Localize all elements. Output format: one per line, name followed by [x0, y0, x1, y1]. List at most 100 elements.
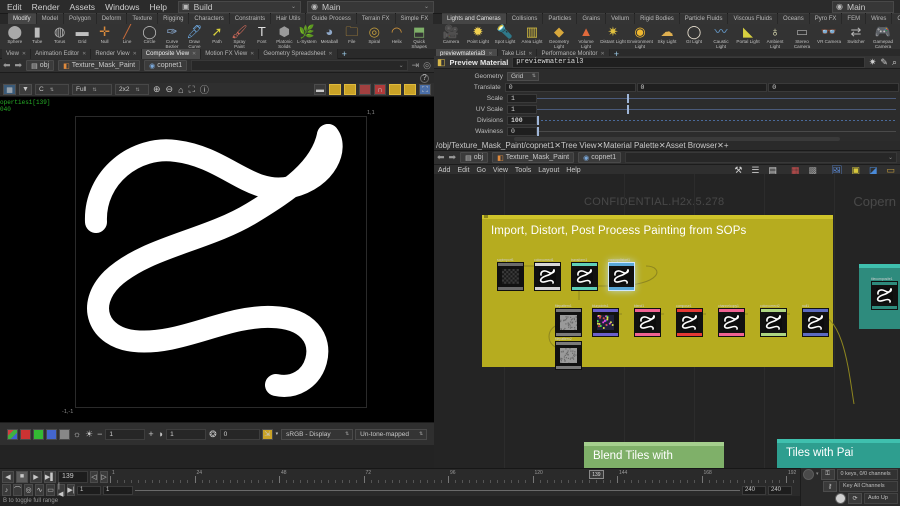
cop-node-channelcopy1[interactable]: channelcopy1	[718, 304, 745, 337]
tab-view[interactable]: View ✕	[2, 49, 31, 59]
range-start-field-2[interactable]: 1	[103, 486, 133, 495]
scope-icon[interactable]: ▭	[46, 484, 55, 496]
close-icon[interactable]: ✕	[717, 141, 724, 150]
tab-asset-browser[interactable]: Asset Browser✕	[666, 141, 724, 150]
cop-node-body[interactable]	[718, 308, 745, 337]
shelf-tab-modify[interactable]: Modify	[8, 13, 36, 24]
step-back-icon[interactable]: ◀	[2, 471, 14, 483]
blue-channel-icon[interactable]	[46, 429, 57, 440]
close-icon[interactable]: ✕	[192, 50, 196, 58]
cop-node-filepattern2[interactable]: filepattern2	[555, 337, 582, 370]
tab-geometry-spreadsheet[interactable]: Geometry Spreadsheet ✕	[259, 49, 337, 59]
cop-node-flagbar[interactable]	[803, 333, 828, 336]
magnet-icon[interactable]: ∩	[374, 84, 386, 95]
image-canvas[interactable]: operties1[139] 040 1,1 -1,-1	[0, 97, 434, 422]
shelf-tool-sphere[interactable]: ⬤ Sphere	[4, 25, 25, 44]
auto-update-dot[interactable]	[835, 493, 846, 504]
tab-obj-texture-mask-paint-copnet1[interactable]: /obj/Texture_Mask_Paint/copnet1✕	[436, 141, 561, 150]
timeline-ruler[interactable]: 1244872961201441681922162139	[110, 470, 898, 483]
shelf-tool-path[interactable]: ➚ Path	[206, 25, 227, 44]
red-channel-icon[interactable]	[20, 429, 31, 440]
shelf-tool-draw-curve[interactable]: 🖊 Draw Curve	[184, 25, 205, 49]
tab-render-view[interactable]: Render View ✕	[91, 49, 141, 59]
shelf-tool-point-light[interactable]: ✹ Point Light	[465, 25, 491, 44]
shelf-tab-oceans[interactable]: Oceans	[778, 13, 809, 24]
cop-node-sopimport1[interactable]: sopimport1	[497, 258, 524, 291]
range-start-icon[interactable]: |◀	[57, 484, 65, 496]
cop-node-body[interactable]	[608, 262, 635, 291]
left-crumb-obj[interactable]: ▤ obj	[26, 60, 54, 71]
gear-icon[interactable]: ✷	[869, 57, 877, 68]
tab-animation-editor[interactable]: Animation Editor ✕	[31, 49, 91, 59]
network-canvas[interactable]: CONFIDENTIAL.H2x.5.278 Copern Import, Di…	[434, 174, 900, 468]
home-icon[interactable]: ⌂	[177, 85, 184, 95]
shelf-tab-particle-fluids[interactable]: Particle Fluids	[680, 13, 728, 24]
play-icon[interactable]: ▶	[30, 471, 42, 483]
grid-overlay-icon[interactable]	[404, 84, 416, 95]
left-path-input[interactable]: ⌄	[191, 60, 407, 71]
parm-field[interactable]: 0	[507, 127, 537, 136]
cop-node-blend1[interactable]: blend1	[634, 304, 661, 337]
tab-composite-view[interactable]: Composite View ✕	[142, 49, 201, 59]
add-pane-tab-icon[interactable]: +	[338, 49, 351, 59]
jump-end-icon[interactable]: ▶▌	[44, 471, 56, 483]
shelf-tab-model[interactable]: Model	[37, 13, 63, 24]
shelf-tool-spot-light[interactable]: 🔦 Spot Light	[492, 25, 518, 44]
slider-knob[interactable]	[627, 105, 629, 114]
key-prev-icon[interactable]: ◁	[90, 471, 98, 483]
help-icon[interactable]: ?	[420, 74, 429, 83]
parm-field[interactable]: 1	[507, 94, 537, 103]
key-all-icon[interactable]: ⚷	[823, 481, 837, 492]
cop-node-compose1[interactable]: compose1	[676, 304, 703, 337]
shelf-tool-grid[interactable]: ▬ Grid	[71, 25, 92, 44]
cop-node-flagbar[interactable]	[719, 333, 744, 336]
network-menu-edit[interactable]: Edit	[457, 167, 469, 174]
right-view-selector[interactable]: ◉ Main	[832, 1, 894, 13]
shelf-tool-sky-light[interactable]: ☁ Sky Light	[654, 25, 680, 44]
global-end-field-a[interactable]: 240	[742, 486, 766, 495]
shelf-tab-rigging[interactable]: Rigging	[158, 13, 188, 24]
pin-icon[interactable]: ⇥	[412, 60, 420, 71]
slider-knob[interactable]	[537, 127, 539, 136]
cook-icon[interactable]	[359, 84, 371, 95]
chevron-down-icon[interactable]: ▾	[816, 471, 819, 477]
shelf-tool-tube[interactable]: ▮ Tube	[26, 25, 47, 44]
shelf-tab-viscous-fluids[interactable]: Viscous Fluids	[728, 13, 777, 24]
left-crumb-copnet1[interactable]: ◉ copnet1	[144, 60, 187, 71]
resolution-selector[interactable]: 2x2 ⇅	[115, 84, 149, 95]
shelf-tab-vellum[interactable]: Vellum	[606, 13, 634, 24]
record-icon[interactable]: ◎	[24, 484, 33, 496]
stop-icon[interactable]: ■	[16, 471, 28, 483]
key-next-icon[interactable]: ▷	[100, 471, 108, 483]
shelf-tool-file[interactable]: 🗀 File	[341, 25, 362, 44]
cop-node-body[interactable]	[802, 308, 829, 337]
cop-node-body[interactable]	[555, 341, 582, 370]
net-path-input[interactable]: ⌄	[625, 152, 897, 163]
range-slider[interactable]	[135, 487, 740, 494]
gain-field[interactable]: 1	[105, 429, 145, 440]
shelf-tool-stereo-camera[interactable]: ▭ Stereo Camera	[789, 25, 815, 49]
network-box-right-bar[interactable]	[859, 264, 900, 268]
shelf-tool-portal-light[interactable]: ◣ Portal Light	[735, 25, 761, 44]
desktop-selector[interactable]: ▣ Build ⌄	[178, 1, 301, 13]
shelf-tool-line[interactable]: ╱ Line	[116, 25, 137, 44]
colorspace-selector[interactable]: sRGB - Display ⇅	[281, 429, 353, 440]
cop-node-flagbar[interactable]	[677, 333, 702, 336]
close-icon[interactable]: ✕	[554, 141, 561, 150]
snap-icon[interactable]: ⌒	[13, 484, 22, 496]
network-menu-tools[interactable]: Tools	[515, 167, 531, 174]
shelf-tool-torus[interactable]: ◍ Torus	[49, 25, 70, 44]
tab-tree-view[interactable]: Tree View✕	[561, 141, 603, 150]
cop-node-flagbar[interactable]	[609, 287, 634, 290]
shelf-tool-helix[interactable]: ◠ Helix	[386, 25, 407, 44]
gamma-icon[interactable]: ◑	[157, 429, 164, 439]
node-name-field[interactable]: previewmaterial3	[512, 57, 865, 68]
network-menu-help[interactable]: Help	[566, 167, 580, 174]
cop-node-body[interactable]	[634, 308, 661, 337]
add-pane-tab-icon[interactable]: +	[724, 141, 729, 150]
parm-slider[interactable]	[537, 105, 896, 114]
magnify-icon[interactable]	[803, 469, 814, 480]
exposure-down-icon[interactable]: ☼	[72, 429, 82, 439]
forward-icon[interactable]: ➡	[15, 60, 23, 71]
tonemap-selector[interactable]: Un-tone-mapped ⇅	[355, 429, 427, 440]
